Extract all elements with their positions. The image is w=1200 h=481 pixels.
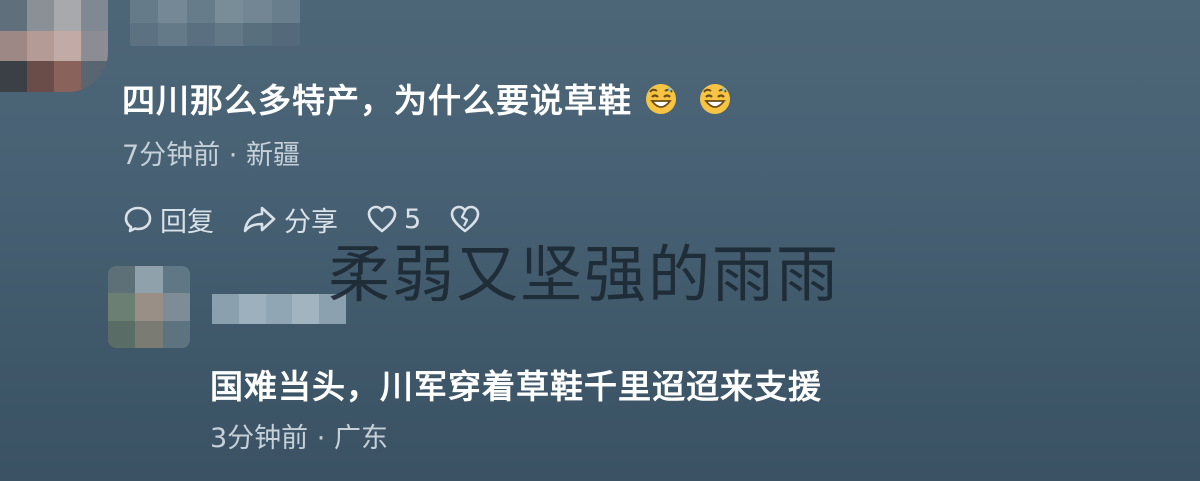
grinning-sweat-emoji-icon bbox=[698, 82, 732, 116]
watermark-text: 柔弱又坚强的雨雨 bbox=[328, 238, 841, 311]
comment-body: 四川那么多特产，为什么要说草鞋 bbox=[122, 81, 632, 120]
reply-text: 国难当头，川军穿着草鞋千里迢迢来支援 bbox=[210, 367, 822, 406]
meta-separator: · bbox=[228, 140, 238, 171]
comment-location: 新疆 bbox=[245, 140, 300, 171]
reply-author-name[interactable] bbox=[212, 294, 346, 324]
grinning-sweat-emoji-icon bbox=[644, 82, 678, 116]
reply-time: 3分钟前 bbox=[210, 423, 309, 454]
reply-avatar[interactable] bbox=[108, 266, 190, 348]
share-button[interactable]: 分享 bbox=[242, 200, 338, 239]
reply-meta: 3分钟前 · 广东 bbox=[210, 416, 388, 455]
share-arrow-icon bbox=[243, 206, 276, 233]
meta-separator: · bbox=[316, 423, 326, 454]
comment-time: 7分钟前 bbox=[122, 140, 221, 171]
reply-button[interactable]: 回复 bbox=[122, 200, 214, 239]
comment-meta: 7分钟前 · 新疆 bbox=[122, 133, 300, 172]
commenter-avatar[interactable] bbox=[0, 0, 108, 92]
comment-text: 四川那么多特产，为什么要说草鞋 bbox=[122, 74, 732, 122]
reply-bubble-icon bbox=[124, 206, 152, 233]
reply-location: 广东 bbox=[333, 423, 388, 454]
reply-label: 回复 bbox=[160, 206, 214, 238]
commenter-name[interactable] bbox=[130, 0, 300, 46]
